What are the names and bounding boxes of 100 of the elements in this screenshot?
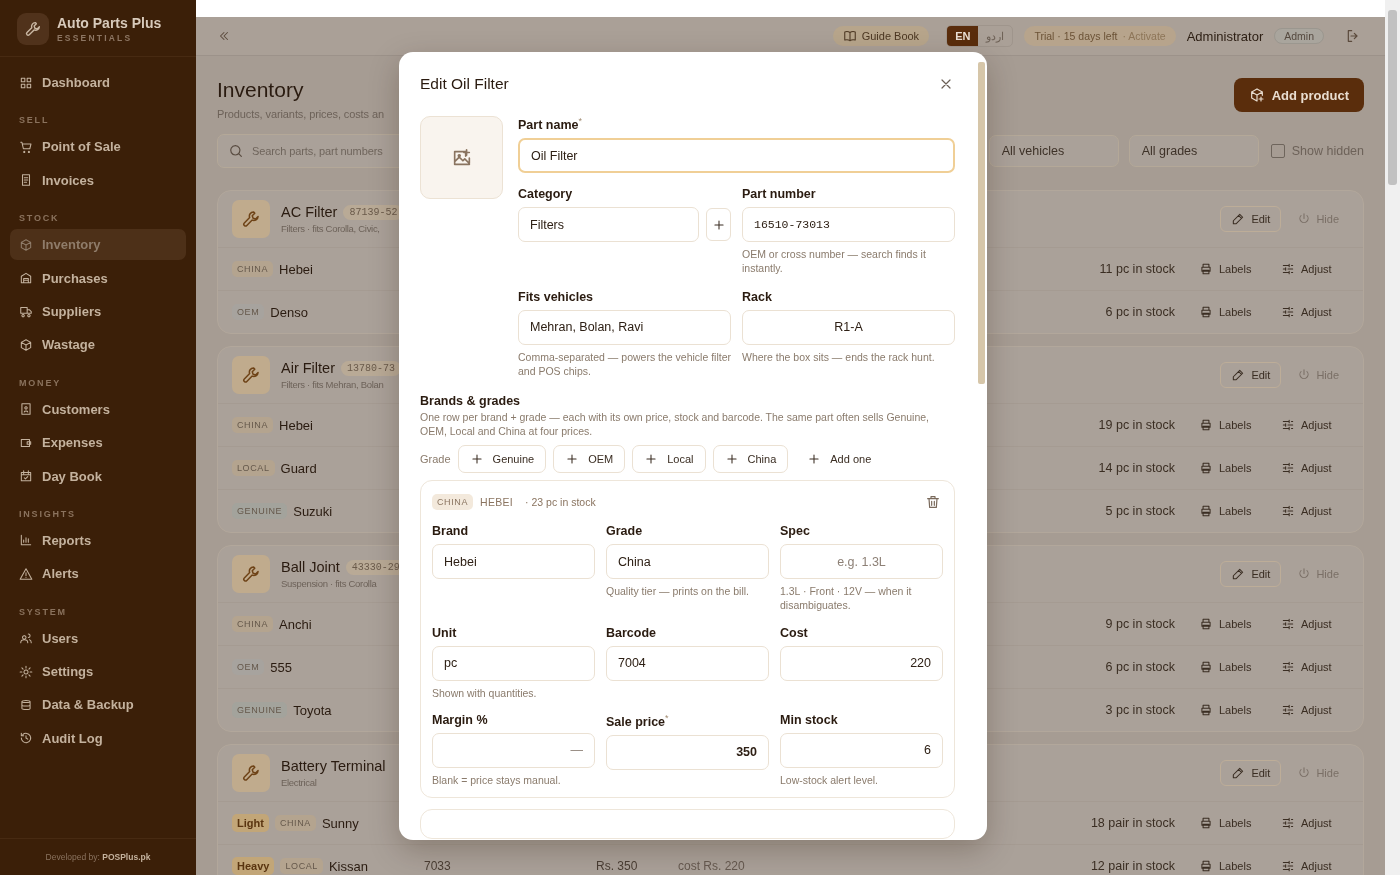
- adjust-button[interactable]: Adjust: [1281, 660, 1339, 674]
- history-icon: [19, 731, 33, 746]
- add-grade-button[interactable]: Local: [632, 445, 706, 474]
- help-text: Shown with quantities.: [432, 685, 538, 700]
- nav-item[interactable]: Dashboard: [10, 67, 186, 98]
- input-field[interactable]: Oil Filter: [518, 138, 955, 174]
- input-field[interactable]: 220: [780, 645, 943, 681]
- adjust-button[interactable]: Adjust: [1281, 461, 1339, 475]
- input-field[interactable]: Mehran, Bolan, Ravi: [518, 309, 731, 345]
- part-number: 43330-29: [345, 559, 402, 575]
- adjust-button[interactable]: Adjust: [1281, 859, 1339, 873]
- nav-item[interactable]: Settings: [10, 656, 186, 688]
- labels-button[interactable]: Labels: [1199, 617, 1257, 631]
- filter-select[interactable]: All grades: [1128, 135, 1259, 167]
- printer-icon: [1199, 305, 1213, 319]
- plus-icon: [807, 452, 822, 467]
- nav-item[interactable]: Customers: [10, 393, 186, 425]
- field-label: Min stock: [780, 712, 839, 727]
- labels-button[interactable]: Labels: [1199, 461, 1257, 475]
- edit-button[interactable]: Edit: [1220, 561, 1282, 587]
- edit-button[interactable]: Edit: [1220, 362, 1282, 388]
- adjust-button[interactable]: Adjust: [1281, 617, 1339, 631]
- input-field[interactable]: Filters: [518, 207, 699, 243]
- price: Rs. 350: [596, 859, 639, 873]
- field-label: Fits vehicles: [518, 289, 595, 304]
- power-icon: [1297, 567, 1312, 581]
- grade-tag: CHINA: [274, 815, 316, 831]
- adjust-button[interactable]: Adjust: [1281, 262, 1339, 276]
- filter-select[interactable]: All vehicles: [988, 135, 1119, 167]
- adjust-button[interactable]: Adjust: [1281, 703, 1339, 717]
- input-field[interactable]: 16510-73013: [742, 207, 955, 243]
- labels-button[interactable]: Labels: [1199, 660, 1257, 674]
- nav-item[interactable]: Alerts: [10, 558, 186, 590]
- truck-icon: [19, 304, 33, 319]
- nav-item[interactable]: Expenses: [10, 427, 186, 459]
- sliders-icon: [1281, 660, 1295, 674]
- section-label: SELL: [18, 114, 51, 128]
- stock-count: 11 pc in stock: [1099, 262, 1175, 276]
- labels-button[interactable]: Labels: [1199, 703, 1257, 717]
- nav-item[interactable]: Wastage: [10, 329, 186, 361]
- delete-button[interactable]: [925, 494, 941, 511]
- labels-button[interactable]: Labels: [1199, 504, 1257, 518]
- collapse-button[interactable]: [217, 29, 231, 43]
- nav-item[interactable]: Users: [10, 622, 186, 654]
- product-details: Electrical: [281, 777, 318, 788]
- labels-button[interactable]: Labels: [1199, 262, 1257, 276]
- product-name: AC Filter: [281, 204, 338, 220]
- edit-button[interactable]: Edit: [1220, 760, 1282, 786]
- developer-credit: Developed by: POSPlus.pk: [45, 852, 151, 862]
- input-field[interactable]: 6: [780, 732, 943, 768]
- field-label: Spec: [780, 524, 811, 539]
- double-chevron-icon: [217, 29, 231, 43]
- add-one-button[interactable]: Add one: [795, 445, 884, 474]
- nav-item[interactable]: Reports: [10, 524, 186, 556]
- input-field[interactable]: 7004: [606, 645, 769, 681]
- nav-item[interactable]: Data & Backup: [10, 689, 186, 721]
- language-option[interactable]: EN: [947, 26, 979, 46]
- power-icon: [1297, 766, 1312, 780]
- adjust-button[interactable]: Adjust: [1281, 816, 1339, 830]
- nav-item[interactable]: Invoices: [10, 164, 186, 196]
- input-field[interactable]: pc: [432, 645, 595, 681]
- section-label: SYSTEM: [18, 605, 68, 619]
- guide-book-button[interactable]: Guide Book: [832, 26, 930, 46]
- image-upload[interactable]: [420, 116, 503, 199]
- nav-item[interactable]: Purchases: [10, 262, 186, 294]
- field-label: Brand: [432, 524, 470, 539]
- section-title: Brands & grades: [420, 393, 522, 408]
- input-field[interactable]: —: [432, 732, 595, 768]
- nav-item[interactable]: Point of Sale: [10, 131, 186, 163]
- edit-button[interactable]: Edit: [1220, 206, 1282, 232]
- labels-button[interactable]: Labels: [1199, 816, 1257, 830]
- input-field[interactable]: R1-A: [742, 309, 955, 345]
- nav-item[interactable]: Audit Log: [10, 722, 186, 754]
- field-label: Margin %: [432, 712, 489, 727]
- add-product-button[interactable]: Add product: [1233, 78, 1364, 112]
- input-field[interactable]: China: [606, 544, 769, 580]
- add-grade-button[interactable]: OEM: [553, 445, 626, 474]
- add-grade-button[interactable]: China: [712, 445, 789, 474]
- nav-item[interactable]: Suppliers: [10, 295, 186, 327]
- checkbox[interactable]: [1270, 144, 1285, 158]
- help-text: OEM or cross number — search finds it instantly.: [742, 247, 927, 276]
- size-tag: Light: [232, 814, 269, 832]
- input-field[interactable]: Hebei: [432, 544, 595, 580]
- adjust-button[interactable]: Adjust: [1281, 305, 1339, 319]
- labels-button[interactable]: Labels: [1199, 305, 1257, 319]
- add-category-button[interactable]: [706, 208, 731, 242]
- adjust-button[interactable]: Adjust: [1281, 504, 1339, 518]
- field-label: Unit: [432, 625, 458, 640]
- plus-icon: [711, 217, 726, 232]
- sliders-icon: [1281, 703, 1295, 717]
- input-field[interactable]: 350: [606, 734, 769, 770]
- adjust-button[interactable]: Adjust: [1281, 418, 1339, 432]
- input-field[interactable]: e.g. 1.3L: [780, 544, 943, 580]
- labels-button[interactable]: Labels: [1199, 418, 1257, 432]
- nav-item[interactable]: Day Book: [10, 460, 186, 492]
- scrollbar[interactable]: [1385, 0, 1400, 875]
- scrollbar[interactable]: [978, 62, 985, 384]
- add-grade-button[interactable]: Genuine: [457, 445, 547, 474]
- settings-icon: [19, 664, 33, 679]
- labels-button[interactable]: Labels: [1199, 859, 1257, 873]
